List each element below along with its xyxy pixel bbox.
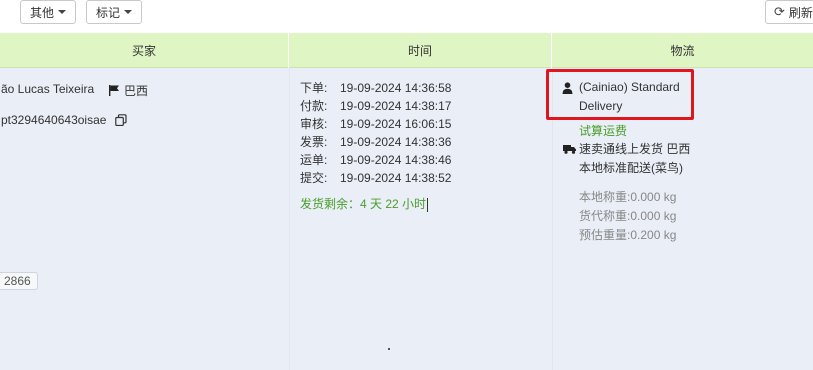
table-header: 买家 时间 物流 xyxy=(0,33,813,68)
column-header-buyer[interactable]: 买家 xyxy=(0,33,289,68)
time-value: 19-09-2024 14:38:36 xyxy=(340,135,452,149)
estimated-weight: 预估重量:0.200 kg xyxy=(579,228,677,242)
caret-down-icon xyxy=(124,10,132,14)
refresh-icon: ⟳ xyxy=(774,4,785,19)
time-row: 运单: 19-09-2024 14:38:46 xyxy=(300,151,451,169)
time-label: 发票: xyxy=(300,135,328,149)
calc-shipping-link[interactable]: 试算运费 xyxy=(579,122,627,139)
column-header-time[interactable]: 时间 xyxy=(289,33,552,68)
time-list: 下单: 19-09-2024 14:36:58 付款: 19-09-2024 14:3… xyxy=(300,79,451,187)
shipping-method-line-1: 速卖通线上发货 巴西 xyxy=(579,142,691,156)
person-icon xyxy=(562,82,573,94)
other-label: 其他 xyxy=(29,5,54,20)
weight-info: 本地称重:0.000 kg 货代称重:0.000 kg 预估重量:0.200 k… xyxy=(579,188,676,245)
time-row: 审核: 19-09-2024 16:06:15 xyxy=(300,115,451,133)
time-label: 付款: xyxy=(300,99,328,113)
time-value: 19-09-2024 14:38:46 xyxy=(340,153,452,167)
time-row: 下单: 19-09-2024 14:36:58 xyxy=(300,79,451,97)
carrier-line-2: Delivery xyxy=(579,99,623,113)
agent-weight: 货代称重:0.000 kg xyxy=(579,209,677,223)
time-value: 19-09-2024 16:06:15 xyxy=(340,117,452,131)
time-value: 19-09-2024 14:38:52 xyxy=(340,171,452,185)
shipping-remaining: 发货剩余：4 天 22 小时 xyxy=(300,195,429,212)
mark-label: 标记 xyxy=(95,5,120,20)
stray-dot xyxy=(388,348,390,350)
time-value: 19-09-2024 14:38:17 xyxy=(340,99,452,113)
time-row: 付款: 19-09-2024 14:38:17 xyxy=(300,97,451,115)
buyer-id: pt3294640643oisae xyxy=(1,113,107,127)
column-divider xyxy=(289,68,290,370)
time-row: 发票: 19-09-2024 14:38:36 xyxy=(300,133,451,151)
column-header-logistics[interactable]: 物流 xyxy=(552,33,813,68)
time-value: 19-09-2024 14:36:58 xyxy=(340,81,452,95)
text-cursor xyxy=(427,197,429,212)
table-row: ão Lucas Teixeira 巴西 pt3294640643oisae 2… xyxy=(0,68,813,370)
time-label: 下单: xyxy=(300,81,328,95)
copy-icon[interactable] xyxy=(115,114,127,126)
truck-icon xyxy=(563,145,576,154)
time-row: 提交: 19-09-2024 14:38:52 xyxy=(300,169,451,187)
caret-down-icon xyxy=(58,10,66,14)
flag-icon xyxy=(109,85,119,96)
shipping-method: 速卖通线上发货 巴西 本地标准配送(菜鸟) xyxy=(579,140,690,178)
carrier-line-1: (Cainiao) Standard xyxy=(579,80,680,94)
refresh-button[interactable]: ⟳ 刷新 xyxy=(765,0,813,24)
time-label: 运单: xyxy=(300,153,328,167)
shipping-remaining-text: 发货剩余：4 天 22 小时 xyxy=(300,197,427,211)
local-weight: 本地称重:0.000 kg xyxy=(579,190,677,204)
buyer-tag[interactable]: 2866 xyxy=(0,272,38,290)
time-label: 提交: xyxy=(300,171,328,185)
refresh-label: 刷新 xyxy=(788,5,813,20)
buyer-country: 巴西 xyxy=(124,84,149,98)
carrier-name: (Cainiao) Standard Delivery xyxy=(579,78,691,116)
other-dropdown-button[interactable]: 其他 xyxy=(20,0,76,24)
mark-dropdown-button[interactable]: 标记 xyxy=(86,0,142,24)
time-label: 审核: xyxy=(300,117,328,131)
shipping-method-line-2: 本地标准配送(菜鸟) xyxy=(579,161,683,175)
buyer-name: ão Lucas Teixeira xyxy=(1,82,95,96)
toolbar: 其他 标记 ⟳ 刷新 xyxy=(0,0,813,32)
